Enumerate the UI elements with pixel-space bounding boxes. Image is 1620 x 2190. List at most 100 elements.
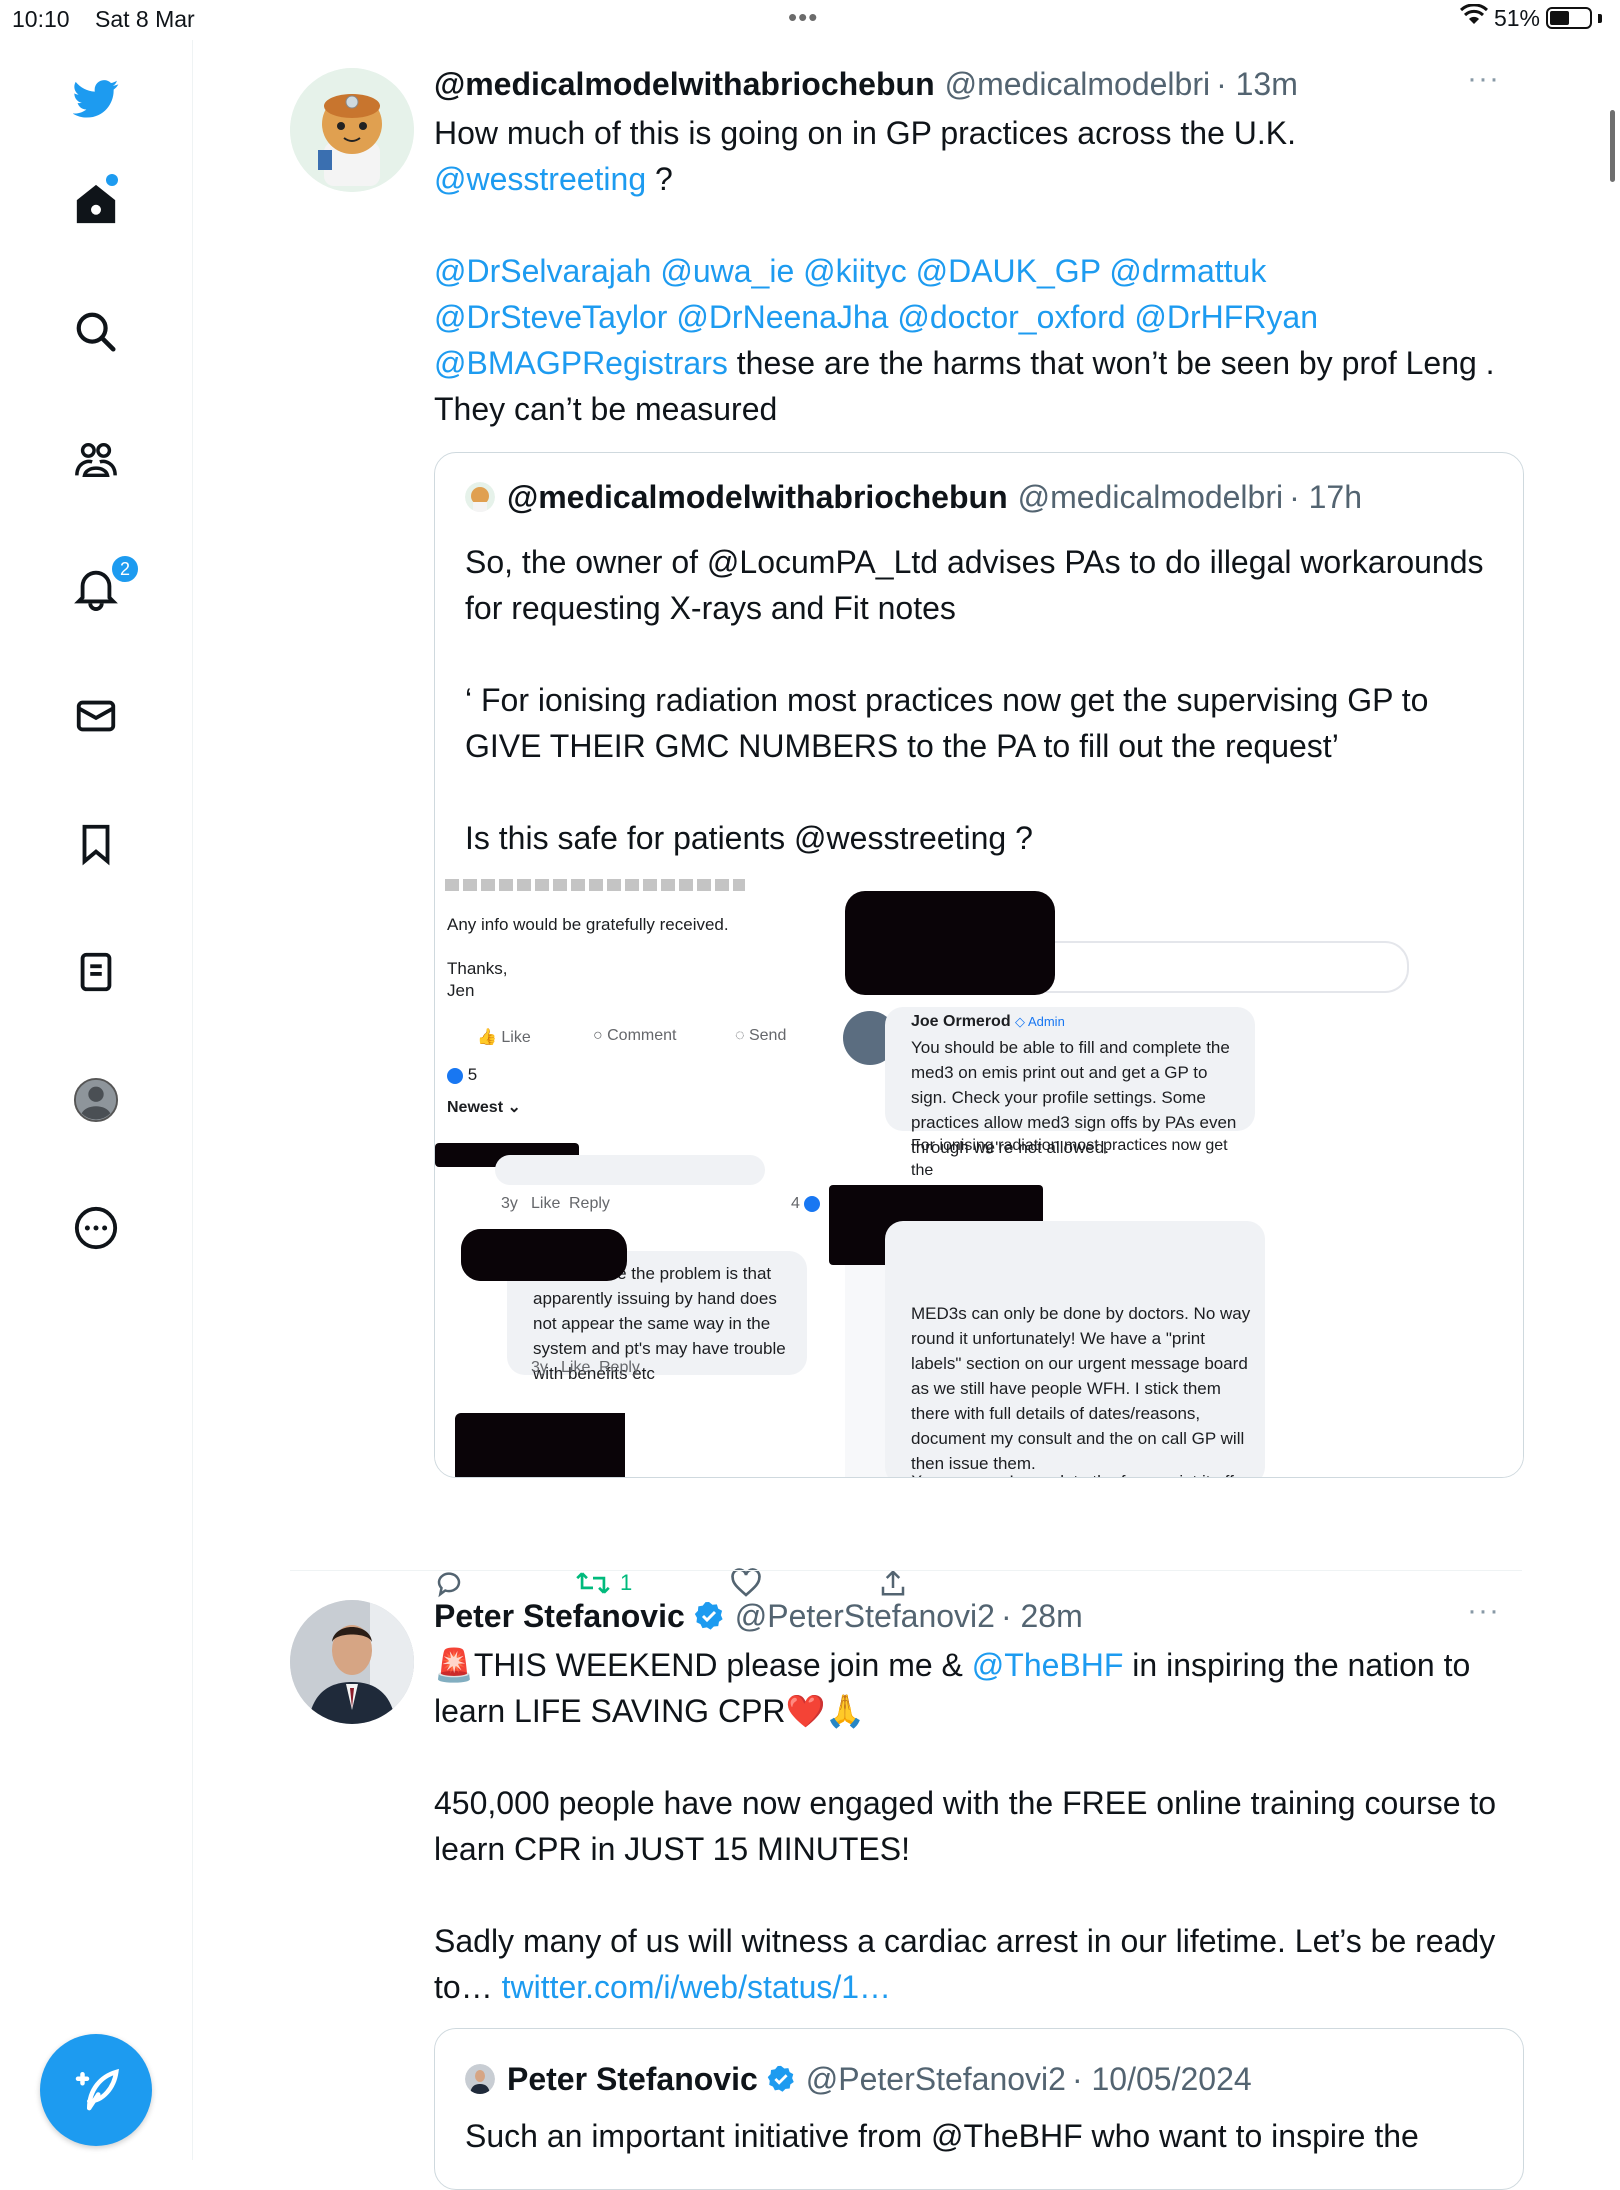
tweet-text-fragment: THIS WEEKEND please join me &	[473, 1647, 972, 1683]
clock: 10:10	[12, 6, 70, 32]
communities-icon[interactable]	[66, 430, 126, 490]
like-action: 👍 Like	[477, 1029, 531, 1046]
home-unread-dot	[106, 174, 118, 186]
retweet-button[interactable]: 1	[576, 1568, 632, 1598]
status-link[interactable]: twitter.com/i/web/status/1…	[502, 1969, 891, 2005]
battery-percent: 51%	[1493, 4, 1540, 31]
quote-author-name[interactable]: @medicalmodelwithabriochebun	[507, 479, 1008, 516]
avatar[interactable]	[290, 1600, 414, 1724]
quote-paragraph: ‘ For ionising radiation most practices …	[465, 682, 1429, 764]
search-icon[interactable]	[66, 302, 126, 362]
author-name[interactable]: @medicalmodelwithabriochebun	[434, 66, 935, 103]
quote-text: Such an important initiative from @TheBH…	[465, 2118, 1419, 2154]
messages-icon[interactable]	[66, 686, 126, 746]
comment-bubble: MED3s can only be done by doctors. No wa…	[885, 1221, 1265, 1477]
like-icon	[731, 1568, 761, 1597]
tweet-divider	[290, 1570, 1522, 1571]
quote-avatar	[465, 2064, 495, 2094]
reaction-count: 4	[791, 1195, 821, 1213]
avatar[interactable]	[290, 68, 414, 192]
post-text: Thanks,	[447, 959, 508, 978]
multitasking-dots-icon[interactable]: •••	[788, 2, 818, 33]
more-options-icon[interactable]: ···	[1467, 62, 1500, 96]
status-bar: 10:10 Sat 8 Mar ••• 51%	[0, 0, 1620, 40]
quote-author-name[interactable]: Peter Stefanovic	[507, 2061, 758, 2098]
tweet-line: How much of this is going on in GP pract…	[434, 115, 1297, 151]
reply-icon	[437, 1572, 461, 1598]
comment-like: Like	[531, 1195, 561, 1212]
battery-icon	[1546, 7, 1592, 29]
scrollbar[interactable]	[1610, 110, 1615, 182]
sidebar: 2	[0, 40, 193, 2160]
wifi-icon	[1459, 3, 1488, 32]
redaction	[845, 891, 1055, 995]
lists-icon[interactable]	[66, 942, 126, 1002]
like-button[interactable]	[730, 1568, 762, 1598]
comment-icon: ○	[593, 1027, 603, 1044]
profile-icon[interactable]	[66, 1070, 126, 1130]
date: Sat 8 Mar	[95, 6, 195, 32]
like-reaction-icon	[447, 1067, 463, 1084]
verified-badge-icon	[766, 2064, 796, 2094]
quote-paragraph: Is this safe for patients @wesstreeting …	[465, 820, 1033, 856]
quote-text: So, the owner of @LocumPA_Ltd advises PA…	[465, 539, 1495, 861]
quote-paragraph: So, the owner of @LocumPA_Ltd advises PA…	[465, 544, 1484, 626]
comment-like: Like	[561, 1359, 591, 1376]
redaction	[461, 1229, 627, 1281]
quote-image[interactable]: Any info would be gratefully received. T…	[435, 879, 1523, 1477]
commenter-name: Joe Ormerod ◇ Admin	[911, 1013, 1065, 1030]
verified-badge-icon	[693, 1600, 725, 1632]
author-handle[interactable]: @PeterStefanovi2	[735, 1598, 995, 1635]
retweet-icon	[576, 1572, 610, 1594]
reaction-count: 5	[447, 1065, 477, 1085]
author-name[interactable]: Peter Stefanovic	[434, 1598, 685, 1635]
mentions-line[interactable]: @DrSelvarajah @uwa_ie @kiityc @DAUK_GP @…	[434, 248, 1514, 294]
retweet-count: 1	[620, 1570, 633, 1595]
mention-link[interactable]: @BMAGPRegistrars	[434, 345, 728, 381]
send-action: ◌ Send	[735, 1027, 787, 1044]
comment-time: 3y	[531, 1359, 548, 1376]
compose-button[interactable]	[40, 2034, 152, 2146]
more-options-icon[interactable]: ···	[1467, 1594, 1500, 1628]
tweet-text: How much of this is going on in GP pract…	[434, 110, 1514, 432]
twitter-logo[interactable]	[66, 68, 126, 128]
post-text: Any info would be gratefully received.	[447, 915, 729, 934]
tweet-text-fragment: ?	[646, 161, 673, 197]
like-reaction-icon	[804, 1195, 821, 1212]
comment-bubble: Joe Ormerod ◇ Admin You should be able t…	[885, 1007, 1255, 1179]
more-icon[interactable]	[66, 1198, 126, 1258]
share-icon	[881, 1569, 905, 1596]
comment-input	[1025, 941, 1409, 993]
post-text: Jen	[447, 981, 475, 1000]
author-handle[interactable]: @medicalmodelbri	[945, 66, 1210, 103]
tweet-time[interactable]: · 28m	[1001, 1598, 1083, 1635]
quote-author-handle[interactable]: @medicalmodelbri	[1018, 479, 1283, 516]
mention-link[interactable]: @TheBHF	[972, 1647, 1124, 1683]
mention-link[interactable]: @wesstreeting	[434, 161, 646, 197]
tweet-time[interactable]: · 13m	[1216, 66, 1298, 103]
admin-badge: ◇ Admin	[1015, 1014, 1065, 1029]
notifications-badge: 2	[110, 554, 140, 584]
tweet-text: 🚨THIS WEEKEND please join me & @TheBHF i…	[434, 1642, 1514, 2010]
comment-time: 3y	[501, 1195, 518, 1212]
quote-avatar	[465, 482, 495, 512]
battery-cap	[1598, 13, 1602, 23]
comment-reply: Reply	[599, 1359, 640, 1376]
compose-icon	[75, 2068, 119, 2111]
quote-tweet[interactable]: Peter Stefanovic @PeterStefanovi2 · 10/0…	[434, 2028, 1524, 2190]
comment-text: X-rays, now, I complete the form, print …	[911, 1469, 1251, 1477]
mentions-line[interactable]: @DrSteveTaylor @DrNeenaJha @doctor_oxfor…	[434, 294, 1514, 340]
quote-time[interactable]: · 17h	[1289, 479, 1362, 516]
comment-bubble	[495, 1155, 765, 1185]
emoji: ❤️🙏	[785, 1693, 866, 1729]
bookmarks-icon[interactable]	[66, 814, 126, 874]
reply-button[interactable]	[434, 1568, 464, 1598]
share-button[interactable]	[878, 1568, 908, 1598]
comment-text-cut: For ionising radiation most practices no…	[911, 1137, 1228, 1179]
quote-time[interactable]: · 10/05/2024	[1072, 2061, 1252, 2098]
comment-text: MED3s can only be done by doctors. No wa…	[911, 1304, 1251, 1473]
comment-reply: Reply	[569, 1195, 610, 1212]
sort-dropdown: Newest ⌄	[447, 1099, 521, 1116]
quote-author-handle[interactable]: @PeterStefanovi2	[806, 2061, 1066, 2098]
quote-tweet[interactable]: @medicalmodelwithabriochebun @medicalmod…	[434, 452, 1524, 1478]
